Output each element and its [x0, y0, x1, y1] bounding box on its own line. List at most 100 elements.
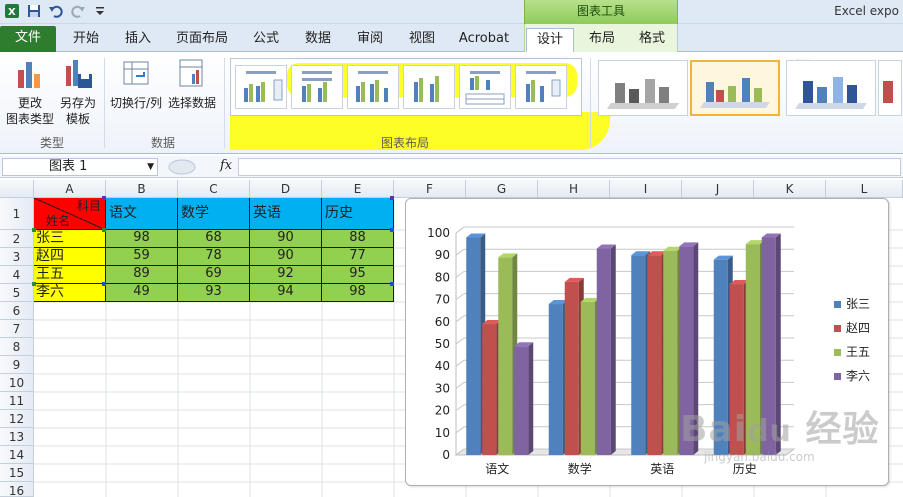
- row-header[interactable]: 9: [0, 356, 34, 374]
- row-header[interactable]: 8: [0, 338, 34, 356]
- tab-design[interactable]: 设计: [526, 28, 574, 52]
- legend-item[interactable]: 李六: [834, 369, 886, 393]
- quick-access-toolbar: X: [4, 3, 108, 19]
- change-chart-type-button[interactable]: 更改 图表类型: [4, 56, 56, 127]
- chart-x-tick-label: 英语: [650, 462, 674, 476]
- chart-style-1[interactable]: [598, 60, 688, 116]
- column-header[interactable]: F: [394, 180, 466, 198]
- chart-gridline-side: [455, 337, 465, 345]
- tab-insert[interactable]: 插入: [116, 28, 160, 52]
- select-all-corner[interactable]: [0, 180, 34, 198]
- ribbon-design: 更改 图表类型 另存为 模板 类型 切换行/列 选择数据 数据 图表布局: [0, 52, 903, 154]
- svg-text:X: X: [8, 7, 16, 18]
- column-header[interactable]: L: [826, 180, 903, 198]
- chart-layout-1[interactable]: [235, 65, 287, 109]
- redo-icon[interactable]: [70, 3, 86, 19]
- tab-data[interactable]: 数据: [296, 28, 340, 52]
- chart-gridline-side: [455, 271, 465, 278]
- row-header[interactable]: 14: [0, 446, 34, 464]
- chart-y-tick-label: 70: [435, 293, 450, 307]
- group-label-type: 类型: [39, 136, 64, 150]
- undo-icon[interactable]: [48, 3, 64, 19]
- formula-bar: 图表 1 ▼ fx: [0, 156, 903, 178]
- chart-y-tick-label: 40: [435, 359, 450, 373]
- chart-x-tick-label: 语文: [485, 461, 509, 476]
- group-separator: [590, 58, 591, 148]
- chart-layout-2[interactable]: [291, 65, 343, 109]
- chart-style-3[interactable]: [786, 60, 876, 116]
- switch-row-column-button[interactable]: 切换行/列: [108, 56, 164, 111]
- chart-y-tick-label: 100: [427, 226, 450, 240]
- name-box[interactable]: 图表 1 ▼: [2, 158, 158, 176]
- data-range-handles: [32, 196, 394, 286]
- row-header[interactable]: 6: [0, 302, 34, 320]
- formula-input[interactable]: [238, 158, 901, 176]
- column-header[interactable]: J: [682, 180, 754, 198]
- chart-layout-4[interactable]: [403, 65, 455, 109]
- chart-tools-header: 图表工具: [524, 0, 678, 24]
- chart-bar[interactable]: [596, 244, 616, 455]
- excel-logo-icon: X: [5, 4, 19, 18]
- row-header[interactable]: 2: [0, 230, 34, 248]
- tab-layout[interactable]: 布局: [580, 28, 624, 52]
- formula-bar-resize-icon[interactable]: [164, 158, 212, 176]
- row-header[interactable]: 3: [0, 248, 34, 266]
- chart-gridline-side: [455, 293, 465, 300]
- row-header[interactable]: 10: [0, 374, 34, 392]
- window-title: Excel expo: [834, 4, 899, 18]
- row-header[interactable]: 13: [0, 428, 34, 446]
- name-box-dropdown-icon[interactable]: ▼: [147, 159, 154, 175]
- tab-page-layout[interactable]: 页面布局: [170, 28, 234, 52]
- legend-item[interactable]: 王五: [834, 345, 886, 369]
- save-as-template-button[interactable]: 另存为 模板: [56, 56, 100, 127]
- insert-function-icon[interactable]: fx: [220, 158, 232, 173]
- title-bar: X 图表工具 Excel expo: [0, 0, 903, 24]
- chart-layout-6[interactable]: [515, 65, 567, 109]
- tab-home[interactable]: 开始: [64, 28, 108, 52]
- column-header[interactable]: K: [754, 180, 826, 198]
- row-header[interactable]: 1: [0, 198, 34, 230]
- chart-style-4[interactable]: [878, 60, 902, 116]
- chart-layout-5[interactable]: [459, 65, 511, 109]
- chart-gridline-side: [455, 226, 465, 234]
- chart-layout-3[interactable]: [347, 65, 399, 109]
- chart-bar[interactable]: [514, 342, 534, 455]
- row-header[interactable]: 16: [0, 482, 34, 497]
- chart-y-tick-label: 10: [435, 426, 450, 440]
- save-template-icon: [66, 60, 92, 88]
- legend-label: 赵四: [846, 321, 871, 335]
- group-separator: [224, 58, 225, 148]
- tab-view[interactable]: 视图: [400, 28, 444, 52]
- chart-y-tick-label: 20: [435, 404, 450, 418]
- chart-gridline-side: [455, 248, 465, 256]
- group-label-chart-layout: 图表布局: [380, 136, 429, 150]
- column-header[interactable]: G: [466, 180, 538, 198]
- tab-file[interactable]: 文件: [0, 26, 56, 52]
- row-header[interactable]: 5: [0, 284, 34, 302]
- chart-gridline-side: [455, 381, 465, 389]
- baidu-watermark: Baidu 经验 jingyan.baidu.com: [680, 409, 880, 464]
- legend-swatch: [834, 349, 841, 356]
- switch-row-column-icon: [123, 61, 149, 85]
- legend-label: 李六: [846, 369, 871, 383]
- chart-x-tick-label: 数学: [568, 461, 592, 476]
- row-header[interactable]: 12: [0, 410, 34, 428]
- row-header[interactable]: 4: [0, 266, 34, 284]
- row-header[interactable]: 11: [0, 392, 34, 410]
- chart-style-2[interactable]: [690, 60, 780, 116]
- tab-format[interactable]: 格式: [630, 28, 674, 52]
- customize-qat-icon[interactable]: [92, 3, 108, 19]
- chart-y-tick-label: 60: [435, 315, 450, 329]
- save-icon[interactable]: [26, 3, 42, 19]
- legend-item[interactable]: 赵四: [834, 321, 886, 345]
- legend-item[interactable]: 张三: [834, 297, 886, 321]
- column-header[interactable]: I: [610, 180, 682, 198]
- row-header[interactable]: 15: [0, 464, 34, 482]
- column-header[interactable]: H: [538, 180, 610, 198]
- tab-review[interactable]: 审阅: [348, 28, 392, 52]
- select-data-button[interactable]: 选择数据: [166, 56, 218, 111]
- row-header[interactable]: 7: [0, 320, 34, 338]
- tab-formulas[interactable]: 公式: [244, 28, 288, 52]
- tab-acrobat[interactable]: Acrobat: [452, 28, 516, 52]
- chart-legend[interactable]: 张三 赵四 王五 李六: [834, 297, 886, 393]
